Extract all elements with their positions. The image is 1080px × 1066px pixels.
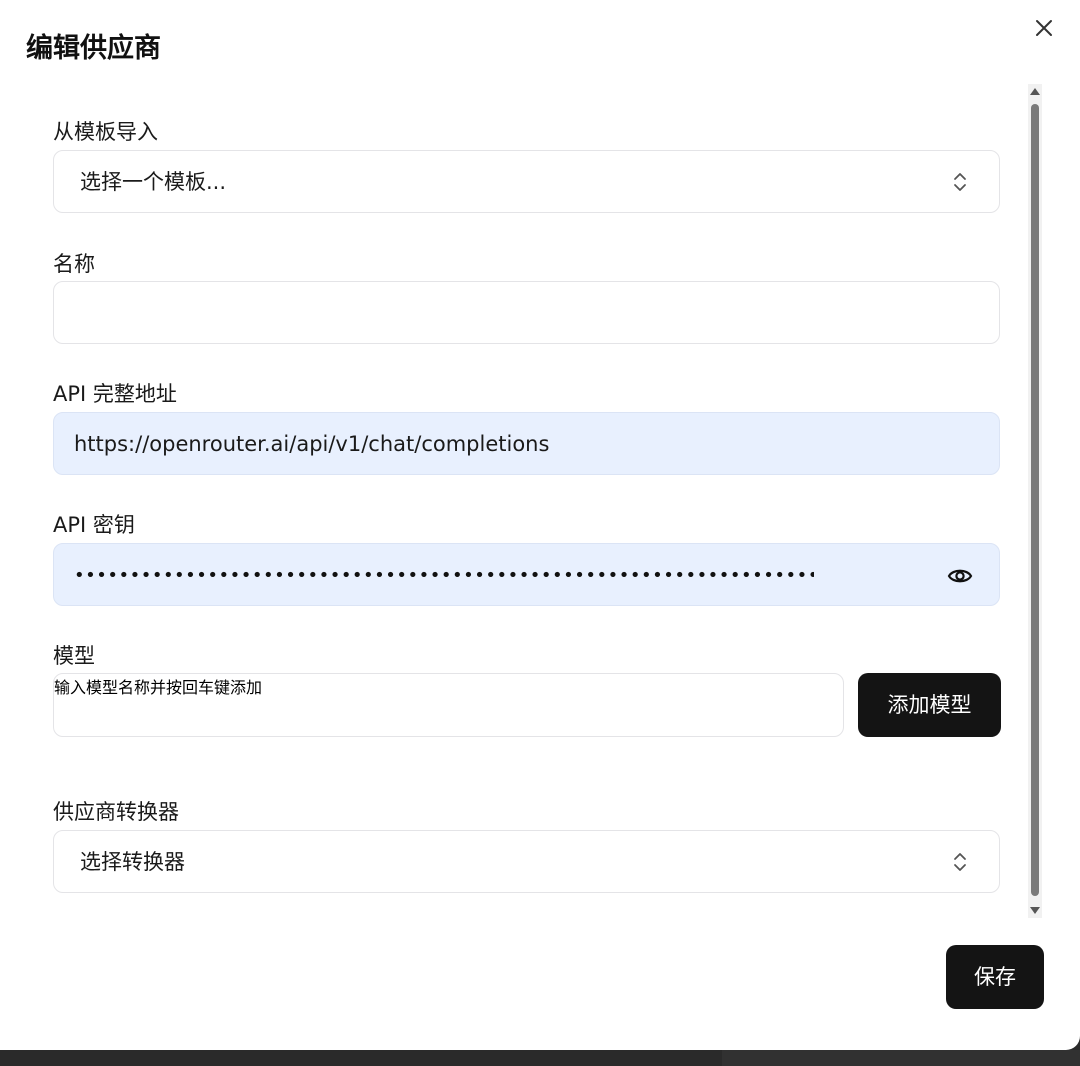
name-input[interactable] <box>53 281 1000 344</box>
api-url-input[interactable]: https://openrouter.ai/api/v1/chat/comple… <box>53 412 1000 475</box>
close-icon[interactable] <box>1032 16 1056 40</box>
model-name-placeholder: 输入模型名称并按回车键添加 <box>54 678 263 697</box>
api-url-label: API 完整地址 <box>53 382 177 406</box>
model-name-input[interactable]: 输入模型名称并按回车键添加 <box>53 673 844 737</box>
scrollbar[interactable] <box>1028 84 1042 918</box>
transformer-select-value: 选择转换器 <box>80 850 185 874</box>
chevron-up-down-icon <box>954 173 966 191</box>
template-select-value: 选择一个模板... <box>80 170 227 194</box>
scroll-up-arrow-icon[interactable] <box>1030 88 1040 95</box>
models-label: 模型 <box>53 644 95 668</box>
template-select[interactable]: 选择一个模板... <box>53 150 1000 213</box>
eye-icon[interactable] <box>947 563 973 589</box>
add-model-button[interactable]: 添加模型 <box>858 673 1001 737</box>
dialog-title: 编辑供应商 <box>26 33 161 64</box>
api-key-label: API 密钥 <box>53 513 135 537</box>
scrollbar-thumb[interactable] <box>1031 104 1039 896</box>
api-key-masked-value: ••••••••••••••••••••••••••••••••••••••••… <box>74 565 814 586</box>
background-taskbar <box>0 1050 1080 1066</box>
api-url-value: https://openrouter.ai/api/v1/chat/comple… <box>74 432 550 456</box>
scroll-down-arrow-icon[interactable] <box>1030 907 1040 914</box>
taskbar-segment <box>722 1050 1080 1066</box>
save-button[interactable]: 保存 <box>946 945 1044 1009</box>
edit-provider-dialog: 编辑供应商 从模板导入 选择一个模板... 名称 API 完整地址 https:… <box>0 0 1080 1050</box>
name-label: 名称 <box>53 252 95 276</box>
api-key-input[interactable]: ••••••••••••••••••••••••••••••••••••••••… <box>53 543 1000 606</box>
chevron-up-down-icon <box>954 853 966 871</box>
transformer-select[interactable]: 选择转换器 <box>53 830 1000 893</box>
template-label: 从模板导入 <box>53 120 158 144</box>
transformer-label: 供应商转换器 <box>53 800 179 824</box>
